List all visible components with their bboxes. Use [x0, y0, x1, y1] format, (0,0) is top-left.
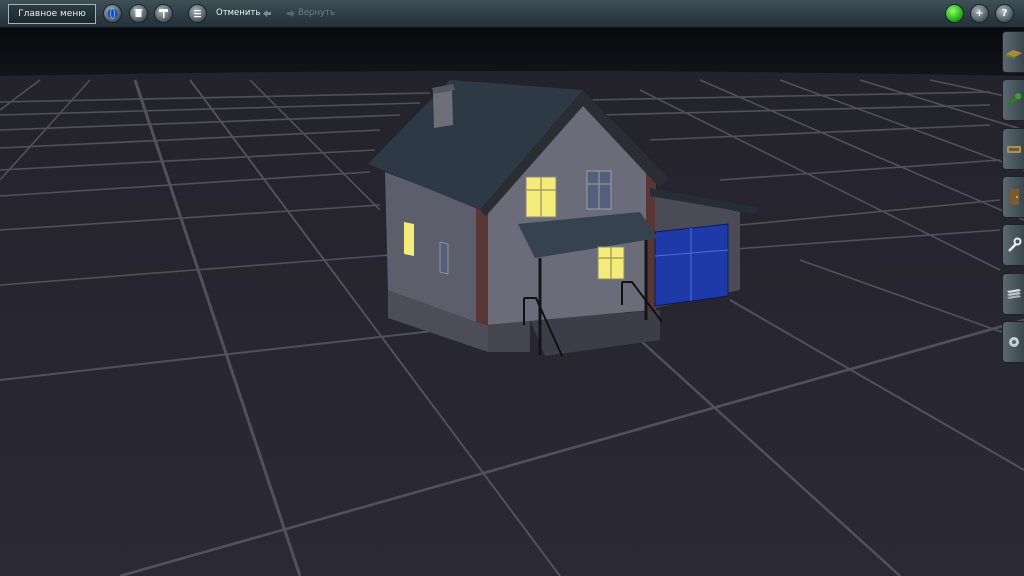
trash-icon	[134, 9, 143, 17]
globe-button[interactable]	[104, 5, 121, 22]
status-indicator[interactable]	[946, 5, 963, 22]
help-icon: ?	[1001, 8, 1008, 19]
side-tab-settings[interactable]	[1002, 321, 1024, 363]
landscape-tool-icon	[1006, 50, 1022, 59]
add-icon: +	[975, 8, 984, 19]
main-menu-button[interactable]: Главное меню	[8, 4, 96, 24]
paint-button[interactable]	[155, 5, 172, 22]
3d-viewport[interactable]	[0, 0, 1024, 576]
list-icon	[194, 10, 201, 18]
side-tab-doors[interactable]	[1002, 176, 1024, 218]
side-tab-landscape[interactable]	[1002, 31, 1024, 73]
delete-button[interactable]	[130, 5, 147, 22]
objects-tool-icon	[1007, 146, 1021, 153]
globe-icon	[107, 8, 118, 19]
plants-tool-icon	[1006, 93, 1022, 107]
side-tab-plants[interactable]	[1002, 79, 1024, 121]
doors-tool-icon	[1010, 189, 1019, 205]
tools-icon	[1008, 237, 1022, 252]
paint-roller-icon	[159, 9, 168, 18]
side-tab-objects[interactable]	[1002, 128, 1024, 170]
side-tab-materials[interactable]	[1002, 273, 1024, 315]
help-button[interactable]: ?	[996, 5, 1013, 22]
redo-icon[interactable]	[286, 9, 296, 18]
list-button[interactable]	[189, 5, 206, 22]
settings-icon	[1009, 337, 1019, 347]
top-toolbar: Главное меню Отменить Вернуть + ?	[0, 0, 1024, 28]
side-tab-tools[interactable]	[1002, 224, 1024, 266]
materials-icon	[1007, 289, 1021, 299]
undo-icon[interactable]	[262, 9, 272, 18]
undo-label[interactable]: Отменить	[216, 0, 260, 27]
add-button[interactable]: +	[971, 5, 988, 22]
redo-label[interactable]: Вернуть	[298, 0, 335, 27]
